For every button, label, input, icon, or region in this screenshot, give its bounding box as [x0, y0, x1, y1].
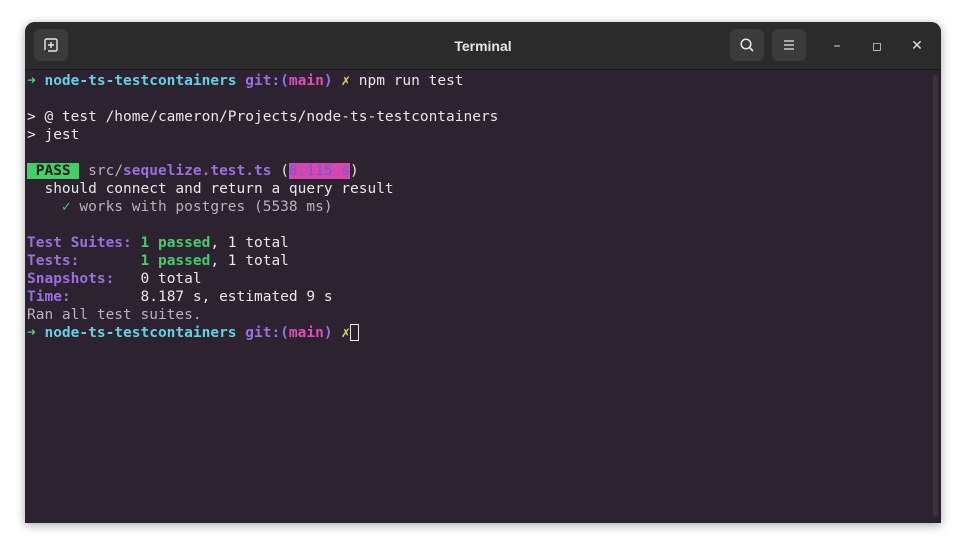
test-file-result: PASS src/sequelize.test.ts (8.115 s) — [27, 162, 359, 180]
duration-close: ) — [350, 163, 359, 179]
test-case-line: ✓ works with postgres (5538 ms) — [27, 198, 333, 216]
search-icon — [740, 38, 754, 52]
title-bar: Terminal – ◻ ✕ — [25, 22, 941, 70]
prompt-branch: main — [288, 73, 324, 89]
prompt-line: ➜ node-ts-testcontainers git:(main) ✗ np… — [27, 72, 464, 90]
terminal-output[interactable]: ➜ node-ts-testcontainers git:(main) ✗ np… — [27, 71, 927, 521]
prompt-git-close: ) — [323, 325, 333, 341]
prompt-line-final: ➜ node-ts-testcontainers git:(main) ✗ — [27, 324, 360, 342]
prompt-git-label: git:( — [245, 325, 289, 341]
maximize-icon: ◻ — [872, 39, 882, 53]
jest-line: > jest — [27, 127, 80, 143]
prompt-git-close: ) — [323, 73, 333, 89]
close-button[interactable]: ✕ — [905, 34, 929, 58]
new-tab-icon — [44, 38, 58, 52]
check-icon: ✓ — [61, 199, 71, 215]
suites-total: , 1 total — [210, 235, 289, 251]
tests-label: Tests: — [27, 253, 80, 269]
prompt-dirty-mark: ✗ — [341, 325, 351, 341]
suites-passed: 1 passed — [140, 235, 211, 251]
close-icon: ✕ — [911, 38, 923, 54]
file-prefix: src/ — [88, 163, 124, 179]
text-cursor — [350, 324, 360, 341]
maximize-button[interactable]: ◻ — [865, 34, 889, 58]
file-name: sequelize.test.ts — [123, 163, 272, 179]
prompt-git-label: git:( — [245, 73, 289, 89]
minimize-button[interactable]: – — [825, 34, 849, 58]
prompt-directory: node-ts-testcontainers — [44, 325, 237, 341]
snapshots-value: 0 total — [140, 271, 202, 287]
search-button[interactable] — [730, 29, 764, 61]
suites-label: Test Suites: — [27, 235, 132, 251]
scrollbar[interactable] — [933, 75, 938, 517]
hamburger-menu-icon — [784, 40, 794, 50]
ran-all-line: Ran all test suites. — [27, 307, 202, 323]
summary-suites: Test Suites: 1 passed, 1 total — [27, 234, 289, 252]
duration-value: 8.115 s — [288, 163, 351, 179]
describe-text: should connect and return a query result — [44, 181, 394, 197]
tests-passed: 1 passed — [140, 253, 211, 269]
summary-snapshots: Snapshots: 0 total — [27, 270, 202, 288]
command-text: npm run test — [358, 73, 464, 89]
pass-badge: PASS — [27, 163, 80, 179]
duration-open: ( — [280, 163, 289, 179]
time-value: 8.187 s, estimated 9 s — [140, 289, 333, 305]
describe-line: should connect and return a query result — [27, 180, 394, 198]
snapshots-label: Snapshots: — [27, 271, 115, 287]
test-case-name: works with postgres (5538 ms) — [79, 199, 333, 215]
minimize-icon: – — [833, 38, 841, 54]
tests-total: , 1 total — [210, 253, 289, 269]
script-line: > @ test /home/cameron/Projects/node-ts-… — [27, 109, 499, 125]
summary-time: Time: 8.187 s, estimated 9 s — [27, 288, 333, 306]
new-tab-button[interactable] — [34, 29, 68, 61]
prompt-directory: node-ts-testcontainers — [44, 73, 237, 89]
summary-tests: Tests: 1 passed, 1 total — [27, 252, 289, 270]
prompt-dirty-mark: ✗ — [341, 73, 351, 89]
prompt-arrow-icon: ➜ — [27, 325, 36, 341]
time-label: Time: — [27, 289, 71, 305]
prompt-branch: main — [288, 325, 324, 341]
terminal-window: Terminal – ◻ ✕ ➜ node-ts-testcontainers … — [25, 22, 941, 523]
menu-button[interactable] — [772, 29, 806, 61]
prompt-arrow-icon: ➜ — [27, 73, 36, 89]
